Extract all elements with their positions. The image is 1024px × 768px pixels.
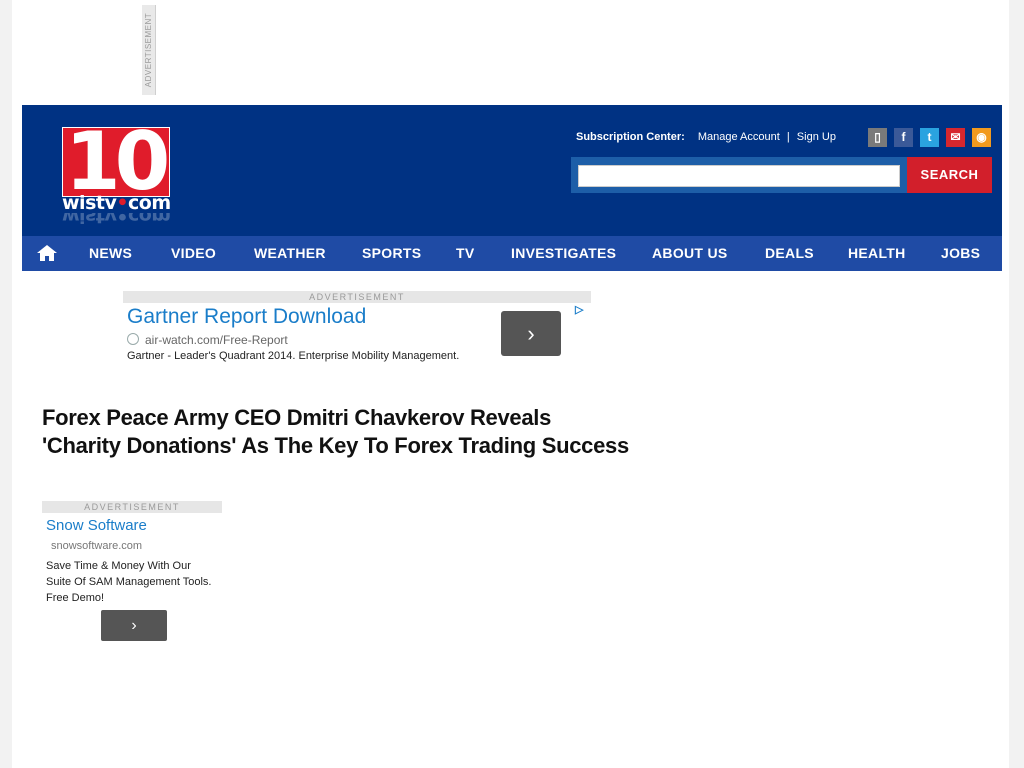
nav-item-deals[interactable]: DEALS [765,236,814,271]
advertisement-label: ADVERTISEMENT [42,501,222,513]
twitter-icon[interactable]: t [920,128,939,147]
gartner-advertisement[interactable]: ADVERTISEMENT Gartner Report Download ai… [123,291,591,371]
globe-icon [127,333,139,345]
nav-item-about-us[interactable]: ABOUT US [652,236,728,271]
nav-item-investigates[interactable]: INVESTIGATES [511,236,616,271]
logo-site-name: wistv•com [62,192,171,214]
logo-site-dot: • [116,192,128,214]
logo-site-prefix: wistv [62,192,117,214]
ad-arrow-button[interactable]: › [501,311,561,356]
facebook-icon[interactable]: f [894,128,913,147]
nav-item-health[interactable]: HEALTH [848,236,906,271]
logo-reflection-prefix: wistv [62,213,117,225]
top-advertisement-label: ADVERTISEMENT [142,5,156,95]
snow-software-advertisement[interactable]: ADVERTISEMENT Snow Software snowsoftware… [42,501,222,641]
site-header: 10 wistv•com wistv•com Subscription Cent… [22,105,1002,271]
article-headline: Forex Peace Army CEO Dmitri Chavkerov Re… [42,405,629,458]
site-logo[interactable]: 10 wistv•com wistv•com [62,118,171,235]
ad-arrow-button[interactable]: › [101,610,167,641]
nav-item-jobs[interactable]: JOBS [941,236,980,271]
nav-item-sports[interactable]: SPORTS [362,236,421,271]
search-button[interactable]: SEARCH [907,157,992,193]
search-bar: SEARCH [571,157,992,193]
advertisement-label: ADVERTISEMENT [123,291,591,303]
ad-title-link[interactable]: Snow Software [46,517,147,534]
search-input[interactable] [578,165,900,187]
sign-up-link[interactable]: Sign Up [797,131,836,143]
subscription-separator: | [786,131,790,143]
manage-account-link[interactable]: Manage Account [698,131,780,143]
logo-reflection-suffix: com [128,213,171,225]
home-icon[interactable] [36,244,58,262]
nav-item-tv[interactable]: TV [456,236,475,271]
main-navigation: NEWS VIDEO WEATHER SPORTS TV INVESTIGATE… [22,236,1002,271]
ad-url[interactable]: air-watch.com/Free-Report [127,333,288,347]
nav-item-weather[interactable]: WEATHER [254,236,326,271]
nav-item-news[interactable]: NEWS [89,236,132,271]
logo-reflection-dot: • [116,213,128,225]
adchoices-icon[interactable]: ▷ [575,303,589,317]
mobile-icon[interactable]: ▯ [868,128,887,147]
logo-site-suffix: com [128,192,171,214]
logo-channel-box: 10 [62,118,170,206]
subscription-center-label: Subscription Center: [576,131,685,143]
ad-title-link[interactable]: Gartner Report Download [127,305,366,329]
ad-url-text: air-watch.com/Free-Report [145,333,288,347]
subscription-center: Subscription Center: Manage Account | Si… [576,131,836,145]
top-advertisement-text: ADVERTISEMENT [144,12,153,88]
ad-description: Gartner - Leader's Quadrant 2014. Enterp… [127,350,460,362]
nav-item-video[interactable]: VIDEO [171,236,216,271]
email-icon[interactable]: ✉ [946,128,965,147]
ad-description: Save Time & Money With Our Suite Of SAM … [46,560,212,604]
rss-icon[interactable]: ◉ [972,128,991,147]
ad-url[interactable]: snowsoftware.com [51,540,142,552]
logo-reflection: wistv•com [62,213,171,225]
